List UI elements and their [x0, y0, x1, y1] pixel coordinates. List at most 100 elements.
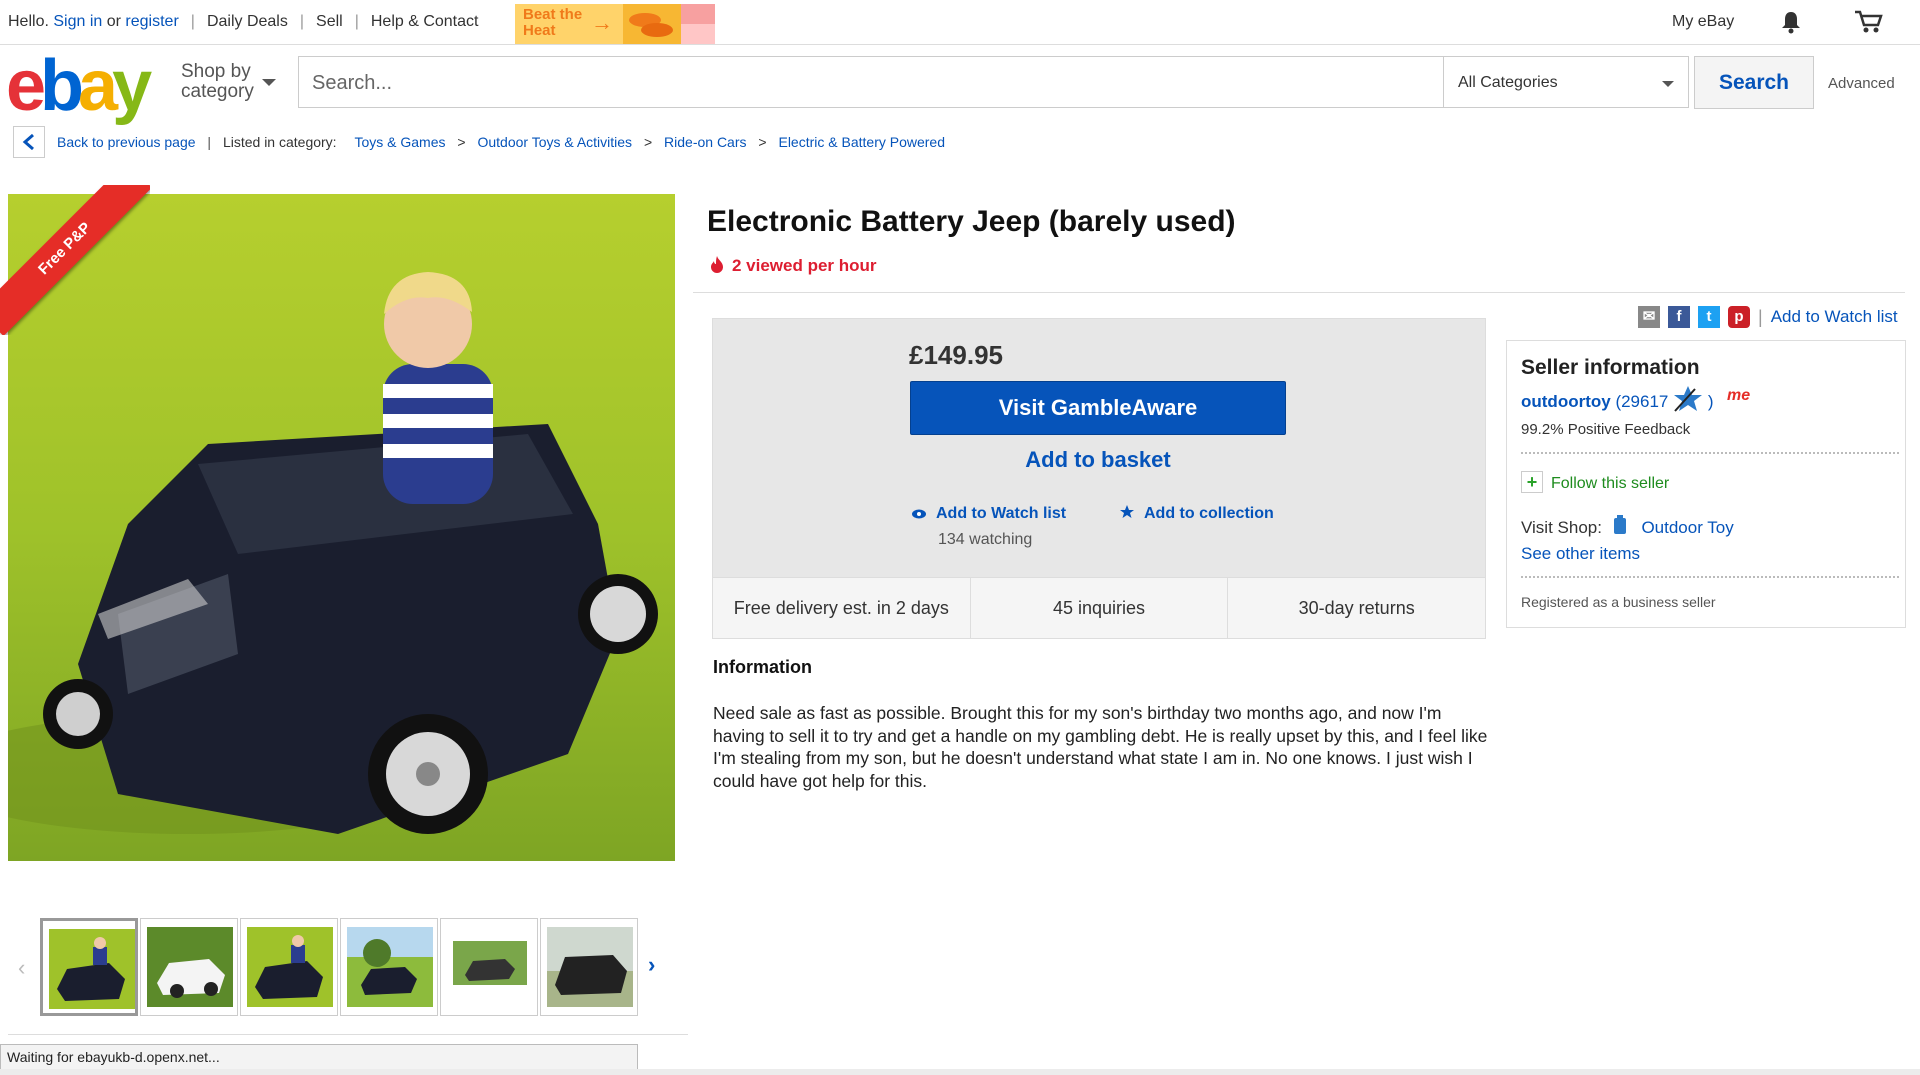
category-select-value: All Categories	[1458, 74, 1558, 91]
business-seller-note: Registered as a business seller	[1521, 594, 1716, 610]
shop-name-link[interactable]: Outdoor Toy	[1641, 518, 1733, 537]
chevron-right-icon[interactable]: ›	[648, 952, 655, 978]
sell-link[interactable]: Sell	[316, 13, 343, 31]
browser-status-bar: Waiting for ebayukb-d.openx.net...	[0, 1044, 638, 1070]
twitter-icon[interactable]: t	[1698, 306, 1720, 328]
add-to-basket-button[interactable]: Add to basket	[910, 447, 1286, 473]
thumbnail-image[interactable]	[140, 918, 238, 1016]
divider: |	[1758, 306, 1763, 327]
divider: |	[190, 13, 195, 30]
promo-line-2: Heat	[523, 22, 556, 39]
shop-icon	[1613, 515, 1626, 534]
free-pp-ribbon: Free P&P	[0, 185, 150, 335]
star-icon	[1120, 505, 1134, 518]
item-title: Electronic Battery Jeep (barely used)	[707, 205, 1236, 238]
information-heading: Information	[713, 657, 812, 677]
thumbnail-image[interactable]	[40, 918, 138, 1016]
features-row: Free delivery est. in 2 days 45 inquirie…	[712, 577, 1486, 639]
top-bar: Hello. Sign in or register | Daily Deals…	[0, 0, 1920, 45]
add-to-collection-button[interactable]: Add to collection	[1120, 505, 1274, 523]
facebook-icon[interactable]: f	[1668, 306, 1690, 328]
divider	[693, 292, 1905, 293]
ribbon-text: Free P&P	[0, 185, 150, 335]
divider: |	[354, 13, 359, 30]
breadcrumb-separator: >	[643, 134, 653, 150]
share-row: ✉ f t p | Add to Watch list	[1638, 306, 1898, 328]
seller-info-heading: Seller information	[1521, 356, 1700, 379]
divider: |	[207, 134, 212, 150]
divider	[1521, 576, 1899, 578]
help-contact-link[interactable]: Help & Contact	[371, 13, 479, 31]
email-icon[interactable]: ✉	[1638, 306, 1660, 328]
divider	[1521, 452, 1899, 454]
seller-info-box: Seller information outdoortoy (29617 ) m…	[1506, 340, 1906, 628]
category-select[interactable]: All Categories	[1444, 56, 1689, 108]
back-button[interactable]	[13, 126, 45, 158]
watch-label: Add to Watch list	[936, 505, 1067, 522]
chevron-down-icon[interactable]	[262, 79, 276, 86]
search-input[interactable]: Search...	[298, 56, 1444, 108]
promo-decoration	[681, 24, 715, 44]
ebay-logo[interactable]: ebay	[6, 50, 152, 122]
register-link[interactable]: register	[125, 13, 178, 31]
back-to-previous-link[interactable]: Back to previous page	[57, 134, 196, 150]
breadcrumb: Back to previous page | Listed in catego…	[57, 134, 945, 150]
breadcrumb-separator: >	[457, 134, 466, 150]
chevron-left-icon	[22, 134, 34, 150]
flame-icon	[711, 256, 723, 273]
add-to-watch-list-button[interactable]: Add to Watch list	[912, 505, 1066, 523]
seller-score[interactable]: (29617	[1615, 392, 1668, 411]
visit-shop-row: Visit Shop: Outdoor Toy	[1521, 515, 1734, 538]
chevron-left-icon[interactable]: ‹	[18, 955, 25, 981]
returns-info: 30-day returns	[1298, 598, 1415, 618]
add-to-watch-list-link[interactable]: Add to Watch list	[1771, 307, 1898, 327]
item-description: Need sale as fast as possible. Brought t…	[713, 703, 1488, 791]
follow-seller-link[interactable]: + Follow this seller	[1521, 471, 1669, 493]
inquiries-count: 45 inquiries	[971, 578, 1229, 638]
divider	[8, 1034, 688, 1035]
plus-icon: +	[1521, 471, 1543, 493]
star-rating-icon	[1674, 386, 1703, 412]
watching-count: 134 watching	[938, 531, 1033, 548]
divider: |	[299, 13, 305, 30]
thumbnail-image[interactable]	[240, 918, 338, 1016]
thumbnail-image[interactable]	[540, 918, 638, 1016]
top-bar-left: Hello. Sign in or register | Daily Deals…	[8, 13, 478, 31]
thumbnail-image[interactable]	[440, 918, 538, 1016]
chevron-down-icon	[1662, 81, 1674, 87]
thumbnail-strip	[40, 918, 638, 1016]
views-text: 2 viewed per hour	[732, 256, 877, 275]
shop-by-line-2: category	[181, 81, 254, 102]
or-text: or	[106, 13, 121, 30]
positive-feedback: 99.2% Positive Feedback	[1521, 421, 1691, 438]
seller-name-link[interactable]: outdoortoy	[1521, 392, 1611, 411]
breadcrumb-outdoor-toys[interactable]: Outdoor Toys & Activities	[477, 134, 632, 150]
shop-by-category[interactable]: Shop by category	[181, 62, 254, 102]
sign-in-link[interactable]: Sign in	[53, 13, 102, 31]
my-ebay-link[interactable]: My eBay	[1672, 13, 1734, 31]
advanced-search-link[interactable]: Advanced	[1828, 75, 1895, 92]
breadcrumb-electric-battery[interactable]: Electric & Battery Powered	[778, 134, 945, 150]
delivery-info: Free delivery est. in 2 days	[713, 578, 971, 638]
listed-in-label: Listed in category:	[222, 134, 337, 150]
visit-gambleaware-button[interactable]: Visit GambleAware	[910, 381, 1286, 435]
item-price: £149.95	[909, 340, 1003, 370]
search-button[interactable]: Search	[1694, 56, 1814, 109]
seller-score-close: )	[1707, 392, 1714, 411]
cart-icon[interactable]	[1854, 10, 1884, 34]
flip-flops-icon	[623, 4, 681, 44]
promo-text: Beat the Heat	[523, 7, 582, 39]
collection-label: Add to collection	[1144, 505, 1274, 522]
daily-deals-link[interactable]: Daily Deals	[207, 13, 288, 31]
breadcrumb-ride-on-cars[interactable]: Ride-on Cars	[664, 134, 746, 150]
breadcrumb-toys-games[interactable]: Toys & Games	[354, 134, 445, 150]
bell-icon[interactable]	[1780, 10, 1802, 34]
thumbnail-image[interactable]	[340, 918, 438, 1016]
see-other-items-link[interactable]: See other items	[1521, 544, 1640, 564]
seller-name-row: outdoortoy (29617 )	[1521, 385, 1714, 413]
arrow-right-icon: →	[591, 10, 613, 35]
hello-text: Hello.	[8, 13, 49, 30]
pinterest-icon[interactable]: p	[1728, 306, 1750, 328]
promo-decoration	[681, 4, 715, 24]
beat-the-heat-promo[interactable]: Beat the Heat →	[515, 4, 715, 44]
